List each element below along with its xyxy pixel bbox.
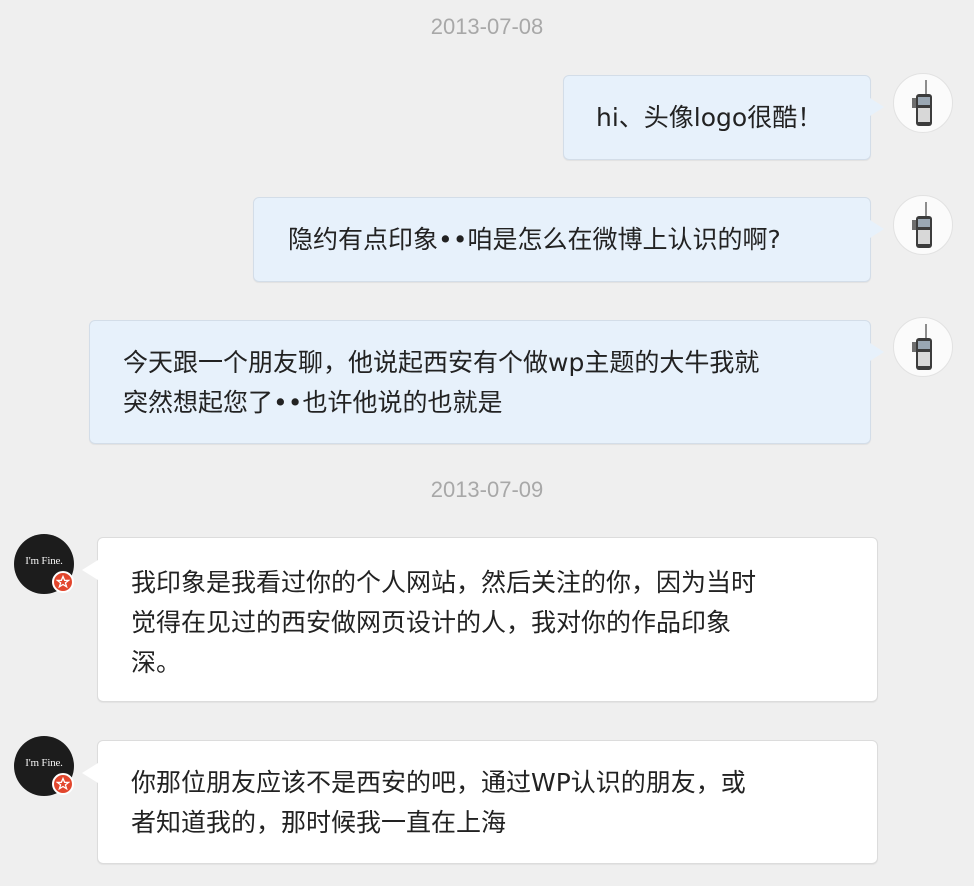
message-bubble-outgoing[interactable]: 今天跟一个朋友聊，他说起西安有个做wp主题的大牛我就 突然想起您了••也许他说的… [89, 320, 884, 444]
timestamp: 2013-07-08 [430, 14, 544, 39]
message-bubble-outgoing[interactable]: hi、头像logo很酷！ [563, 75, 884, 160]
message-bubble-outgoing[interactable]: 隐约有点印象••咱是怎么在微博上认识的啊? [253, 197, 884, 282]
verified-badge-icon [52, 571, 74, 593]
avatar[interactable] [893, 73, 953, 133]
timestamp: 2013-07-09 [430, 477, 544, 502]
walkie-talkie-icon [912, 202, 932, 248]
message-bubble-incoming[interactable]: 我印象是我看过你的个人网站，然后关注的你，因为当时 觉得在见过的西安做网页设计的… [82, 537, 878, 702]
walkie-talkie-icon [912, 324, 932, 370]
avatar[interactable]: I'm Fine. [14, 736, 74, 796]
avatar[interactable] [893, 317, 953, 377]
avatar[interactable]: I'm Fine. [14, 534, 74, 594]
verified-badge-icon [52, 773, 74, 795]
chat-conversation: 2013-07-08 hi、头像logo很酷！ 隐约有点印象••咱是怎么在微博上… [0, 0, 974, 886]
message-bubble-incoming[interactable]: 你那位朋友应该不是西安的吧，通过WP认识的朋友，或 者知道我的，那时候我一直在上… [82, 740, 878, 864]
avatar-text: I'm Fine. [25, 757, 63, 769]
walkie-talkie-icon [912, 80, 932, 126]
avatar[interactable] [893, 195, 953, 255]
avatar-text: I'm Fine. [25, 555, 63, 567]
